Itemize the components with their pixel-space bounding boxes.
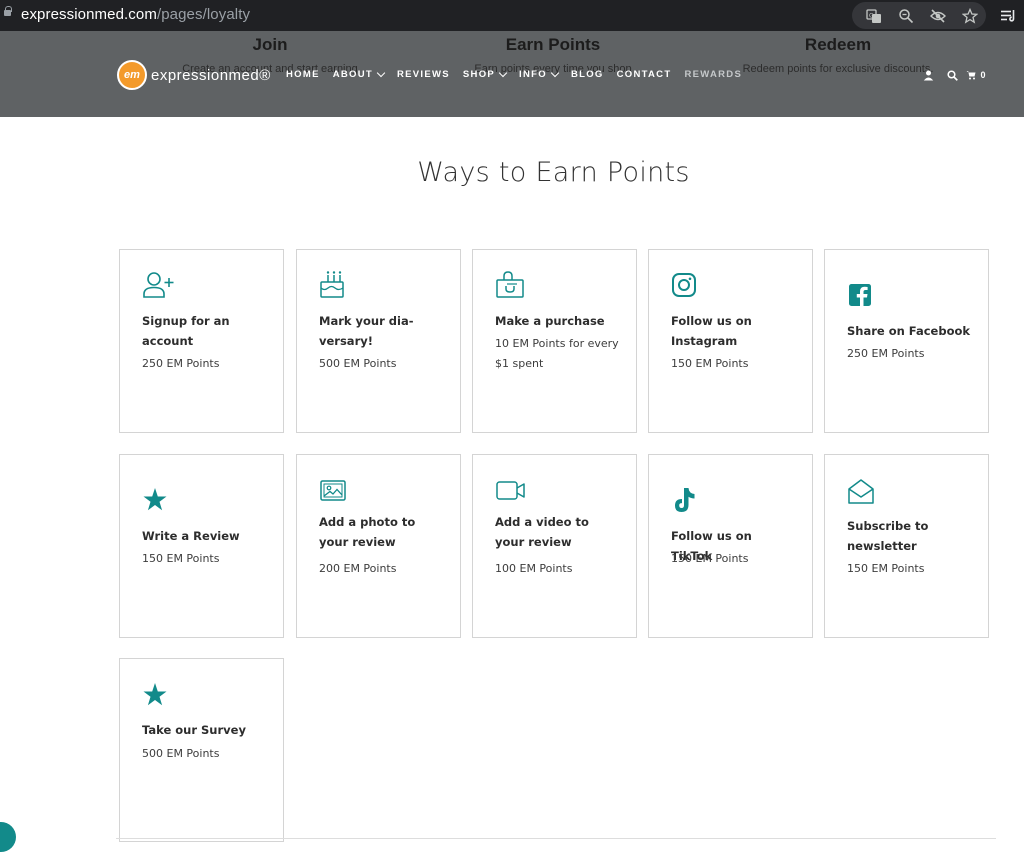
earn-card-points: 500 EM Points	[319, 357, 397, 370]
chevron-down-icon	[550, 68, 560, 77]
url-domain: expressionmed.com	[21, 6, 157, 23]
url-path: /pages/loyalty	[156, 6, 251, 23]
browser-url-bar: expressionmed.com/pages/loyalty G	[0, 0, 1024, 31]
earn-card-points: 150 EM Points	[671, 357, 749, 370]
nav-reviews[interactable]: REVIEWS	[397, 69, 450, 80]
earn-card: Subscribe to newsletter 150 EM Points	[824, 454, 989, 638]
star-icon	[142, 486, 174, 516]
earn-card: Write a Review 150 EM Points	[119, 454, 284, 638]
nav-blog[interactable]: BLOG	[571, 69, 604, 80]
earn-card-title: Share on Facebook	[847, 324, 971, 338]
earn-card: Follow us on Instagram 150 EM Points	[648, 249, 813, 433]
earn-card-title: Subscribe to newsletter	[847, 519, 929, 553]
nav-about[interactable]: ABOUT	[332, 68, 386, 80]
translate-icon[interactable]: G	[858, 0, 890, 31]
header-tools: 0	[916, 68, 988, 82]
address-bar[interactable]: expressionmed.com/pages/loyalty	[21, 6, 250, 23]
earn-card: Signup for an account 250 EM Points	[119, 249, 284, 433]
earn-card-points: 150 EM Points	[847, 562, 925, 575]
add-user-icon	[142, 270, 174, 300]
nav-info-label: INFO	[519, 69, 547, 80]
shopping-bag-icon	[495, 270, 527, 300]
earn-card-title: Make a purchase	[495, 314, 605, 328]
chevron-down-icon	[498, 68, 508, 77]
earn-card: Share on Facebook 250 EM Points	[824, 249, 989, 433]
earn-card: Mark your dia-versary! 500 EM Points	[296, 249, 461, 433]
nav-shop[interactable]: SHOP	[462, 68, 508, 80]
svg-text:G: G	[869, 12, 874, 19]
main-nav: HOME ABOUT REVIEWS SHOP INFO BLOG CONTAC…	[286, 68, 755, 80]
eye-off-icon[interactable]	[922, 0, 954, 31]
earn-card: Take our Survey 500 EM Points	[119, 658, 284, 842]
step-redeem-title: Redeem	[804, 35, 872, 54]
step-redeem-desc: Redeem points for exclusive discounts.	[742, 63, 934, 75]
page-title: Ways to Earn Points	[417, 157, 690, 188]
earn-card-points: 250 EM Points	[142, 357, 220, 370]
earn-card-points: 500 EM Points	[142, 747, 220, 760]
earn-card-title: Follow us on Instagram	[671, 314, 752, 348]
earn-card: Follow us on TikTok 150 EM Points	[648, 454, 813, 638]
lock-icon[interactable]	[4, 6, 12, 19]
earn-card-points: 250 EM Points	[847, 347, 925, 360]
earn-card-points: 150 EM Points	[671, 552, 749, 565]
earn-card-points: 100 EM Points	[495, 562, 573, 575]
chat-widget-button[interactable]	[0, 822, 16, 852]
divider	[116, 838, 996, 839]
earn-card-title: Mark your dia-versary!	[319, 314, 414, 348]
tiktok-icon	[671, 486, 703, 516]
earn-card-title: Take our Survey	[142, 723, 246, 737]
cart-button[interactable]: 0	[964, 68, 988, 82]
step-join-title: Join	[252, 35, 288, 54]
earn-card-points: 200 EM Points	[319, 562, 397, 575]
cart-icon	[966, 71, 976, 80]
earn-card: Add a video to your review 100 EM Points	[472, 454, 637, 638]
search-icon[interactable]	[940, 68, 964, 82]
cart-count: 0	[980, 70, 986, 80]
site-logo[interactable]: em expressionmed®	[117, 60, 271, 90]
nav-contact[interactable]: CONTACT	[617, 69, 672, 80]
nav-about-label: ABOUT	[332, 69, 373, 80]
facebook-icon	[847, 281, 879, 311]
star-icon	[142, 681, 174, 711]
cake-icon	[319, 270, 351, 300]
url-bar-actions: G	[858, 0, 1024, 31]
earn-card-title: Add a video to your review	[495, 515, 589, 549]
earn-card-title: Signup for an account	[142, 314, 230, 348]
video-icon	[495, 477, 527, 507]
chevron-down-icon	[376, 68, 386, 77]
earn-card: Add a photo to your review 200 EM Points	[296, 454, 461, 638]
earn-card-title: Write a Review	[142, 529, 240, 543]
reading-list-icon[interactable]	[992, 0, 1024, 31]
earn-card-title: Add a photo to your review	[319, 515, 416, 549]
nav-home[interactable]: HOME	[286, 69, 320, 80]
account-icon[interactable]	[916, 68, 940, 82]
step-earn-title: Earn Points	[505, 35, 601, 54]
earn-card: Make a purchase 10 EM Points for every $…	[472, 249, 637, 433]
step-redeem: Redeem Redeem points for exclusive disco…	[738, 35, 938, 75]
photo-icon	[319, 477, 351, 507]
earn-card-points: 150 EM Points	[142, 552, 220, 565]
nav-shop-label: SHOP	[462, 69, 496, 80]
zoom-icon[interactable]	[890, 0, 922, 31]
logo-text: expressionmed®	[151, 66, 271, 84]
nav-rewards[interactable]: REWARDS	[684, 69, 742, 80]
earn-card-points: 10 EM Points for every $1 spent	[495, 337, 619, 370]
instagram-icon	[671, 271, 703, 301]
envelope-icon	[847, 477, 879, 507]
bookmark-star-icon[interactable]	[954, 0, 986, 31]
logo-mark: em	[117, 60, 147, 90]
nav-info[interactable]: INFO	[519, 68, 560, 80]
